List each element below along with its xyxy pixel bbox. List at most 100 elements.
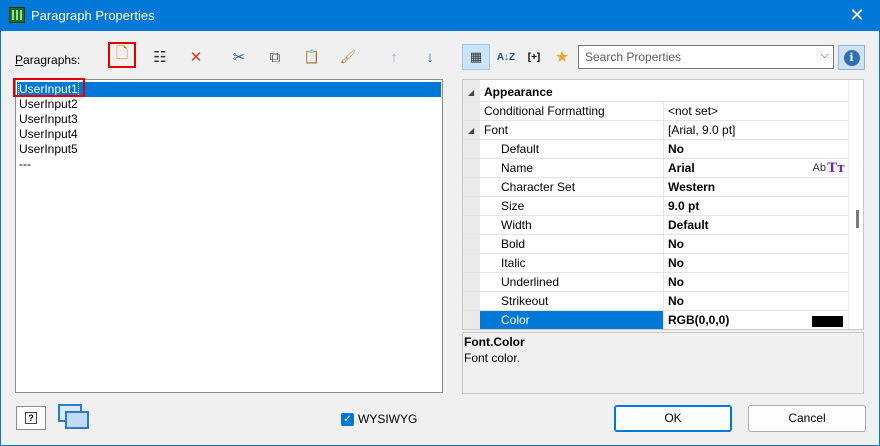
property-name: Italic <box>501 256 526 270</box>
property-value-text: Arial <box>668 161 695 175</box>
list-item[interactable]: UserInput2 <box>17 97 441 112</box>
property-row[interactable]: Strikeout No <box>463 292 848 311</box>
move-down-button[interactable]: ↓ <box>416 44 444 70</box>
property-value-text: RGB(0,0,0) <box>668 313 730 327</box>
list-item-label: UserInput5 <box>19 142 78 156</box>
new-paragraph-button[interactable]: 🗋 <box>108 42 136 68</box>
property-row[interactable]: Bold No <box>463 235 848 254</box>
property-row[interactable]: Width Default <box>463 216 848 235</box>
window-layout-button[interactable] <box>56 402 92 432</box>
property-value[interactable]: 9.0 pt <box>663 197 848 216</box>
info-icon: i <box>843 49 860 66</box>
category-name: Appearance <box>484 85 553 99</box>
paragraphs-list[interactable]: UserInput1 UserInput2 UserInput3 UserInp… <box>15 79 443 393</box>
close-button[interactable]: ✕ <box>834 0 880 31</box>
property-value[interactable]: [Arial, 9.0 pt] <box>663 121 848 140</box>
scissors-icon: ✂ <box>232 49 246 66</box>
font-picker-icon[interactable]: Tт <box>827 159 845 178</box>
move-up-button[interactable]: ↑ <box>380 44 408 70</box>
property-value-text: 9.0 pt <box>668 199 700 213</box>
category-row-appearance[interactable]: ◢ Appearance <box>463 83 848 102</box>
info-button[interactable]: i <box>838 45 865 70</box>
property-name: Conditional Formatting <box>484 104 605 118</box>
delete-icon: ✕ <box>189 49 203 66</box>
property-value-text: Default <box>668 218 709 232</box>
expand-all-button[interactable]: [+] <box>520 44 548 70</box>
color-swatch[interactable] <box>812 316 843 327</box>
collapse-icon[interactable]: ◢ <box>468 83 474 102</box>
new-document-icon: 🗋 <box>115 44 129 62</box>
property-row[interactable]: ◢ Font [Arial, 9.0 pt] <box>463 121 848 140</box>
property-value-text: No <box>668 294 684 308</box>
wysiwyg-checkbox[interactable]: ✓ WYSIWYG <box>341 411 417 427</box>
list-item-label: UserInput2 <box>19 97 78 111</box>
paragraph-properties-button[interactable]: ☷ <box>146 44 174 70</box>
property-name: Size <box>501 199 525 213</box>
chevron-down-icon[interactable]: ⌵ <box>821 49 829 62</box>
property-value[interactable]: No <box>663 235 848 254</box>
list-item[interactable]: UserInput3 <box>17 112 441 127</box>
property-row[interactable]: Italic No <box>463 254 848 273</box>
property-description-panel: Font.Color Font color. <box>462 332 864 394</box>
property-value-text: No <box>668 237 684 251</box>
property-value[interactable]: Default <box>663 216 848 235</box>
collapse-icon[interactable]: ◢ <box>468 121 474 140</box>
copy-button[interactable]: ⧉ <box>261 44 289 70</box>
property-row-selected[interactable]: Color RGB(0,0,0) <box>463 311 848 329</box>
ok-button[interactable]: OK <box>614 405 732 432</box>
favorites-button[interactable]: ★ <box>548 44 576 70</box>
property-value[interactable]: RGB(0,0,0) <box>663 311 848 329</box>
property-value[interactable]: No <box>663 273 848 292</box>
scrollbar-thumb[interactable] <box>856 210 859 228</box>
property-name: Font <box>484 123 509 137</box>
cancel-button[interactable]: Cancel <box>748 405 866 432</box>
property-name: Underlined <box>501 275 560 289</box>
categorized-view-button[interactable]: ▦ <box>462 44 490 70</box>
list-item[interactable]: UserInput1 <box>17 81 441 97</box>
help-icon: ? <box>25 412 37 424</box>
cut-button[interactable]: ✂ <box>225 44 253 70</box>
delete-button[interactable]: ✕ <box>182 44 210 70</box>
property-value[interactable]: Western <box>663 178 848 197</box>
description-text: Font color. <box>464 351 521 365</box>
sort-alphabetical-button[interactable]: A↓Z <box>492 44 520 70</box>
grid-scrollbar[interactable] <box>848 80 863 329</box>
property-value[interactable]: No <box>663 292 848 311</box>
property-grid[interactable]: ◢ Appearance Conditional Formatting <not… <box>462 79 864 330</box>
list-item-label: UserInput4 <box>19 127 78 141</box>
list-item-label: UserInput1 <box>18 81 79 97</box>
property-value[interactable]: <not set> <box>663 102 848 121</box>
property-value[interactable]: No <box>663 254 848 273</box>
property-value[interactable]: No <box>663 140 848 159</box>
paste-button[interactable]: 📋 <box>298 44 326 70</box>
list-item[interactable]: UserInput5 <box>17 142 441 157</box>
property-row[interactable]: Default No <box>463 140 848 159</box>
paragraphs-mnemonic: P <box>15 53 24 67</box>
list-item[interactable]: UserInput4 <box>17 127 441 142</box>
property-name: Color <box>480 311 663 329</box>
arrow-up-icon: ↑ <box>390 48 398 66</box>
property-value-text: No <box>668 142 684 156</box>
property-value-text: No <box>668 256 684 270</box>
property-name: Name <box>501 161 534 175</box>
title-bar: Paragraph Properties ✕ <box>0 0 880 31</box>
format-painter-button[interactable]: 🖌 <box>334 44 362 70</box>
property-row[interactable]: Character Set Western <box>463 178 848 197</box>
help-button[interactable]: ? <box>16 406 46 430</box>
property-row[interactable]: Name Arial Ab Tт <box>463 159 848 178</box>
property-row[interactable]: Size 9.0 pt <box>463 197 848 216</box>
paintbrush-icon: 🖌 <box>339 49 357 64</box>
paragraphs-label: Paragraphs: <box>15 53 80 67</box>
search-properties-combobox[interactable]: Search Properties ⌵ <box>578 45 834 69</box>
properties-list-icon: ☷ <box>153 49 167 66</box>
checkbox-checked-icon[interactable]: ✓ <box>341 412 354 426</box>
property-name: Width <box>501 218 532 232</box>
font-preview-icon: Ab <box>812 162 826 174</box>
star-icon: ★ <box>554 49 570 66</box>
property-row[interactable]: Conditional Formatting <not set> <box>463 102 848 121</box>
property-value[interactable]: Arial Ab Tт <box>663 159 848 178</box>
property-row[interactable]: Underlined No <box>463 273 848 292</box>
list-item[interactable]: --- <box>17 157 441 172</box>
windows-icon-front <box>65 411 89 429</box>
property-name: Bold <box>501 237 526 251</box>
